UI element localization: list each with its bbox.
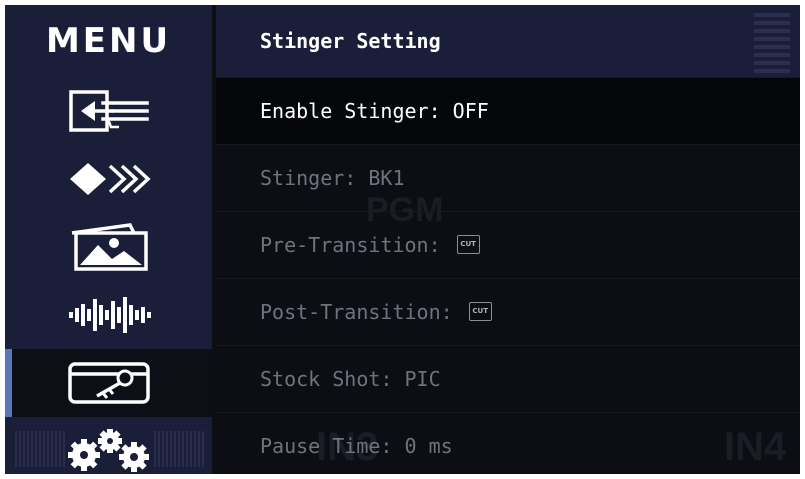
device-screen: MENU PGM IN3 IN4 Stinger Setting Enable … bbox=[5, 5, 800, 474]
sidebar-menu: MENU bbox=[5, 5, 212, 474]
decor-stripes-left bbox=[15, 431, 67, 467]
settings-gears-icon bbox=[64, 425, 154, 473]
stinger-key-icon bbox=[67, 360, 151, 406]
sidebar-item-stinger[interactable] bbox=[5, 349, 212, 417]
sidebar-item-picture[interactable] bbox=[5, 213, 212, 281]
picture-icon bbox=[68, 221, 150, 273]
audio-meter-decor bbox=[754, 13, 790, 73]
sidebar-item-settings[interactable] bbox=[5, 415, 212, 474]
setting-row-pause-time[interactable]: Pause Time: 0 ms bbox=[216, 412, 800, 474]
audio-waveform-icon bbox=[65, 295, 153, 335]
menu-title: MENU bbox=[45, 21, 172, 61]
setting-label: Stock Shot: PIC bbox=[260, 367, 441, 391]
setting-row-enable-stinger[interactable]: Enable Stinger: OFF bbox=[216, 77, 800, 144]
setting-label: Enable Stinger: OFF bbox=[260, 99, 489, 123]
setting-row-stock-shot[interactable]: Stock Shot: PIC bbox=[216, 345, 800, 412]
setting-label: Stinger: BK1 bbox=[260, 166, 405, 190]
sidebar-item-transition[interactable] bbox=[5, 145, 212, 213]
setting-label: Pre-Transition: bbox=[260, 233, 441, 257]
setting-row-pre-transition[interactable]: Pre-Transition: CUT bbox=[216, 211, 800, 278]
active-indicator bbox=[5, 349, 12, 417]
transition-arrows-icon bbox=[66, 159, 152, 199]
sidebar-item-audio[interactable] bbox=[5, 281, 212, 349]
decor-stripes-right bbox=[154, 431, 206, 467]
page-title: Stinger Setting bbox=[260, 29, 441, 53]
cut-transition-icon: CUT bbox=[468, 302, 492, 321]
cut-transition-icon: CUT bbox=[456, 235, 480, 254]
setting-label: Post-Transition: bbox=[260, 300, 453, 324]
sidebar-item-input[interactable] bbox=[5, 77, 212, 145]
panel-header: Stinger Setting bbox=[216, 5, 800, 77]
setting-row-post-transition[interactable]: Post-Transition: CUT bbox=[216, 278, 800, 345]
setting-row-stinger-source[interactable]: Stinger: BK1 bbox=[216, 144, 800, 211]
stinger-settings-panel: PGM IN3 IN4 Stinger Setting Enable Sting… bbox=[216, 5, 800, 474]
input-switch-icon bbox=[67, 89, 151, 133]
setting-label: Pause Time: 0 ms bbox=[260, 434, 453, 458]
